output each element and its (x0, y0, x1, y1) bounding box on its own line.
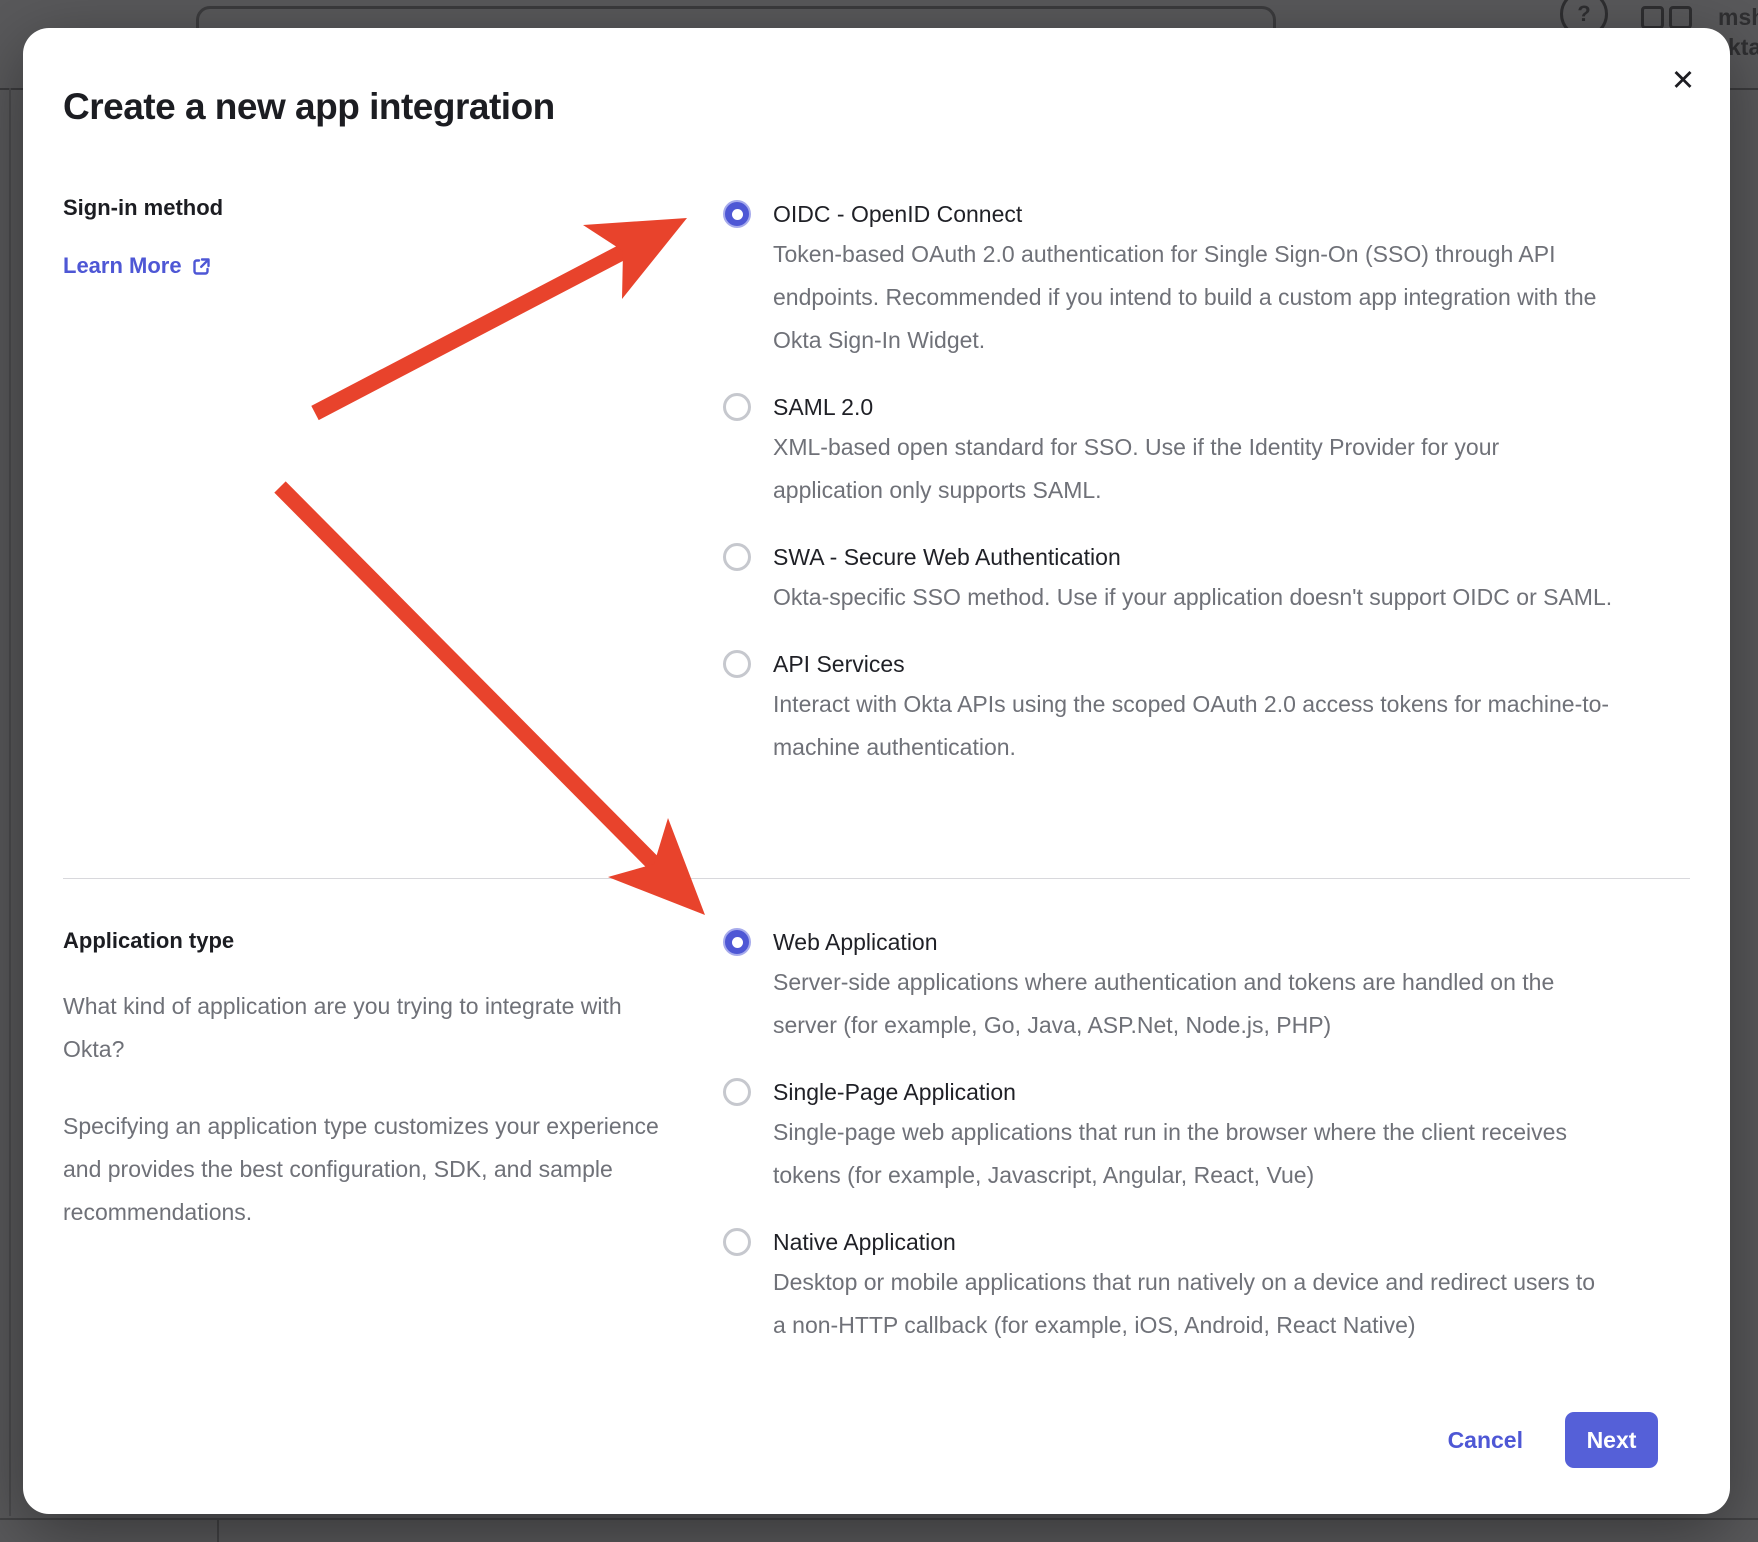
selected-radio-oidc[interactable] (723, 200, 751, 228)
option-label: API Services (773, 649, 1613, 679)
signin-method-heading: Sign-in method (63, 193, 223, 223)
option-description: Server-side applications where authentic… (773, 961, 1613, 1047)
apps-grid-icon (1669, 6, 1692, 29)
option-description: Single-page web applications that run in… (773, 1111, 1613, 1197)
background-footer-border (217, 1518, 219, 1542)
option-description: Desktop or mobile applications that run … (773, 1261, 1613, 1347)
apps-grid-icon (1641, 6, 1664, 29)
close-icon[interactable]: ✕ (1660, 58, 1706, 104)
application-type-options: Web Application Server-side applications … (723, 927, 1628, 1347)
external-link-icon (191, 256, 212, 277)
cancel-button[interactable]: Cancel (1448, 1427, 1523, 1454)
radio-swa[interactable] (723, 543, 751, 571)
option-label: SAML 2.0 (773, 392, 1613, 422)
radio-single-page-application[interactable] (723, 1078, 751, 1106)
dialog-title: Create a new app integration (63, 86, 555, 128)
background-footer-divider (0, 1518, 1758, 1520)
option-saml[interactable]: SAML 2.0 XML-based open standard for SSO.… (723, 392, 1628, 512)
option-label: Native Application (773, 1227, 1613, 1257)
option-description: Token-based OAuth 2.0 authentication for… (773, 233, 1613, 362)
option-api-services[interactable]: API Services Interact with Okta APIs usin… (723, 649, 1628, 769)
selected-radio-web-application[interactable] (723, 928, 751, 956)
background-left-border (9, 88, 11, 1516)
section-divider (63, 878, 1690, 879)
option-label: Web Application (773, 927, 1613, 957)
application-type-note: Specifying an application type customize… (63, 1105, 668, 1234)
option-oidc[interactable]: OIDC - OpenID Connect Token-based OAuth 2… (723, 199, 1628, 362)
option-swa[interactable]: SWA - Secure Web Authentication Okta-spec… (723, 542, 1628, 619)
option-label: SWA - Secure Web Authentication (773, 542, 1613, 572)
page: ? msh kta Create a new app integration ✕… (0, 0, 1758, 1542)
create-app-integration-dialog: Create a new app integration ✕ Sign-in m… (23, 28, 1730, 1514)
learn-more-link[interactable]: Learn More (63, 251, 212, 281)
account-text-fragment: kta (1728, 34, 1758, 61)
application-type-heading: Application type (63, 926, 234, 956)
account-text-fragment: msh (1718, 4, 1758, 31)
option-label: Single-Page Application (773, 1077, 1613, 1107)
option-description: Interact with Okta APIs using the scoped… (773, 683, 1613, 769)
radio-api-services[interactable] (723, 650, 751, 678)
application-type-question: What kind of application are you trying … (63, 985, 668, 1071)
option-description: Okta-specific SSO method. Use if your ap… (773, 576, 1613, 619)
option-description: XML-based open standard for SSO. Use if … (773, 426, 1613, 512)
option-native-application[interactable]: Native Application Desktop or mobile appl… (723, 1227, 1628, 1347)
signin-method-options: OIDC - OpenID Connect Token-based OAuth 2… (723, 199, 1628, 769)
option-label: OIDC - OpenID Connect (773, 199, 1613, 229)
learn-more-label: Learn More (63, 251, 182, 281)
option-single-page-application[interactable]: Single-Page Application Single-page web a… (723, 1077, 1628, 1197)
option-web-application[interactable]: Web Application Server-side applications … (723, 927, 1628, 1047)
dialog-footer: Cancel Next (1448, 1412, 1658, 1468)
radio-saml[interactable] (723, 393, 751, 421)
radio-native-application[interactable] (723, 1228, 751, 1256)
next-button[interactable]: Next (1565, 1412, 1658, 1468)
